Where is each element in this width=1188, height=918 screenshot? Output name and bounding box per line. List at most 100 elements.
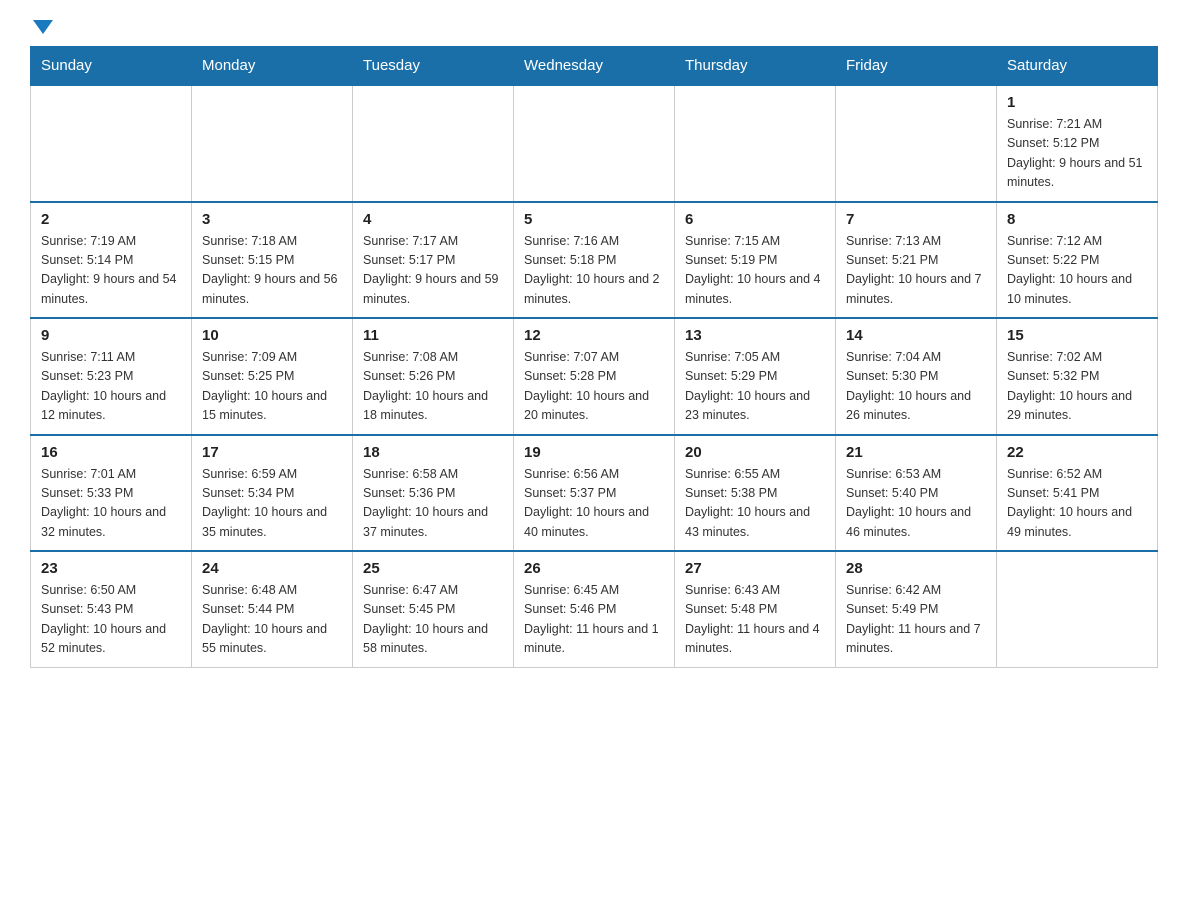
column-header-friday: Friday [836, 47, 997, 86]
calendar-day-cell: 14 Sunrise: 7:04 AM Sunset: 5:30 PM Dayli… [836, 318, 997, 435]
day-info: Sunrise: 7:17 AM Sunset: 5:17 PM Dayligh… [363, 232, 503, 310]
day-number: 14 [846, 327, 986, 344]
calendar-day-cell: 18 Sunrise: 6:58 AM Sunset: 5:36 PM Dayli… [353, 435, 514, 552]
calendar-day-cell: 24Sunrise: 6:48 AM Sunset: 5:44 PM Dayli… [192, 551, 353, 667]
day-number: 6 [685, 211, 825, 228]
day-number: 22 [1007, 444, 1147, 461]
day-number: 23 [41, 560, 181, 577]
day-number: 18 [363, 444, 503, 461]
calendar-week-row: 23 Sunrise: 6:50 AM Sunset: 5:43 PM Dayli… [31, 551, 1158, 667]
day-info: Sunrise: 7:09 AM Sunset: 5:25 PM Dayligh… [202, 348, 342, 426]
calendar-week-row: 16 Sunrise: 7:01 AM Sunset: 5:33 PM Dayli… [31, 435, 1158, 552]
day-info: Sunrise: 7:19 AM Sunset: 5:14 PM Dayligh… [41, 232, 181, 310]
day-number: 28 [846, 560, 986, 577]
day-info: Sunrise: 6:45 AM Sunset: 5:46 PM Dayligh… [524, 581, 664, 659]
calendar-day-cell: 25 Sunrise: 6:47 AM Sunset: 5:45 PM Dayli… [353, 551, 514, 667]
day-info: Sunrise: 7:02 AM Sunset: 5:32 PM Dayligh… [1007, 348, 1147, 426]
day-info: Sunrise: 6:50 AM Sunset: 5:43 PM Dayligh… [41, 581, 181, 659]
day-info: Sunrise: 6:52 AM Sunset: 5:41 PM Dayligh… [1007, 465, 1147, 543]
day-number: 7 [846, 211, 986, 228]
day-number: 5 [524, 211, 664, 228]
calendar-day-cell: 11 Sunrise: 7:08 AM Sunset: 5:26 PM Dayli… [353, 318, 514, 435]
calendar-day-cell: 22 Sunrise: 6:52 AM Sunset: 5:41 PM Dayli… [997, 435, 1158, 552]
calendar-day-cell: 2 Sunrise: 7:19 AM Sunset: 5:14 PM Daylig… [31, 202, 192, 319]
day-info: Sunrise: 7:13 AM Sunset: 5:21 PM Dayligh… [846, 232, 986, 310]
calendar-table: SundayMondayTuesdayWednesdayThursdayFrid… [30, 46, 1158, 668]
calendar-day-cell: 23 Sunrise: 6:50 AM Sunset: 5:43 PM Dayli… [31, 551, 192, 667]
day-number: 2 [41, 211, 181, 228]
calendar-day-cell: 16 Sunrise: 7:01 AM Sunset: 5:33 PM Dayli… [31, 435, 192, 552]
day-info: Sunrise: 6:59 AM Sunset: 5:34 PM Dayligh… [202, 465, 342, 543]
column-header-sunday: Sunday [31, 47, 192, 86]
day-number: 4 [363, 211, 503, 228]
day-number: 16 [41, 444, 181, 461]
logo-triangle-icon [33, 20, 53, 34]
column-header-tuesday: Tuesday [353, 47, 514, 86]
calendar-day-cell [192, 85, 353, 202]
column-header-monday: Monday [192, 47, 353, 86]
day-info: Sunrise: 7:08 AM Sunset: 5:26 PM Dayligh… [363, 348, 503, 426]
calendar-day-cell: 27 Sunrise: 6:43 AM Sunset: 5:48 PM Dayli… [675, 551, 836, 667]
page-header [30, 20, 1158, 36]
calendar-header-row: SundayMondayTuesdayWednesdayThursdayFrid… [31, 47, 1158, 86]
column-header-saturday: Saturday [997, 47, 1158, 86]
day-info: Sunrise: 7:05 AM Sunset: 5:29 PM Dayligh… [685, 348, 825, 426]
calendar-day-cell: 20 Sunrise: 6:55 AM Sunset: 5:38 PM Dayli… [675, 435, 836, 552]
day-number: 17 [202, 444, 342, 461]
calendar-day-cell [514, 85, 675, 202]
day-info: Sunrise: 7:07 AM Sunset: 5:28 PM Dayligh… [524, 348, 664, 426]
calendar-day-cell: 17 Sunrise: 6:59 AM Sunset: 5:34 PM Dayli… [192, 435, 353, 552]
calendar-day-cell: 6 Sunrise: 7:15 AM Sunset: 5:19 PM Daylig… [675, 202, 836, 319]
day-info: Sunrise: 6:56 AM Sunset: 5:37 PM Dayligh… [524, 465, 664, 543]
day-info: Sunrise: 7:11 AM Sunset: 5:23 PM Dayligh… [41, 348, 181, 426]
day-number: 15 [1007, 327, 1147, 344]
day-number: 13 [685, 327, 825, 344]
day-info: Sunrise: 7:15 AM Sunset: 5:19 PM Dayligh… [685, 232, 825, 310]
logo [30, 20, 53, 36]
day-number: 24 [202, 560, 342, 577]
day-info: Sunrise: 6:55 AM Sunset: 5:38 PM Dayligh… [685, 465, 825, 543]
day-number: 20 [685, 444, 825, 461]
day-info: Sunrise: 7:01 AM Sunset: 5:33 PM Dayligh… [41, 465, 181, 543]
day-info: Sunrise: 6:53 AM Sunset: 5:40 PM Dayligh… [846, 465, 986, 543]
calendar-day-cell [836, 85, 997, 202]
calendar-day-cell: 21 Sunrise: 6:53 AM Sunset: 5:40 PM Dayli… [836, 435, 997, 552]
calendar-day-cell: 19 Sunrise: 6:56 AM Sunset: 5:37 PM Dayli… [514, 435, 675, 552]
calendar-day-cell: 9 Sunrise: 7:11 AM Sunset: 5:23 PM Daylig… [31, 318, 192, 435]
calendar-week-row: 2 Sunrise: 7:19 AM Sunset: 5:14 PM Daylig… [31, 202, 1158, 319]
calendar-day-cell: 15 Sunrise: 7:02 AM Sunset: 5:32 PM Dayli… [997, 318, 1158, 435]
day-number: 9 [41, 327, 181, 344]
column-header-wednesday: Wednesday [514, 47, 675, 86]
day-info: Sunrise: 6:43 AM Sunset: 5:48 PM Dayligh… [685, 581, 825, 659]
day-number: 21 [846, 444, 986, 461]
calendar-week-row: 1 Sunrise: 7:21 AM Sunset: 5:12 PM Daylig… [31, 85, 1158, 202]
calendar-day-cell: 5 Sunrise: 7:16 AM Sunset: 5:18 PM Daylig… [514, 202, 675, 319]
day-info: Sunrise: 6:42 AM Sunset: 5:49 PM Dayligh… [846, 581, 986, 659]
calendar-day-cell: 4 Sunrise: 7:17 AM Sunset: 5:17 PM Daylig… [353, 202, 514, 319]
day-number: 19 [524, 444, 664, 461]
day-number: 11 [363, 327, 503, 344]
calendar-week-row: 9 Sunrise: 7:11 AM Sunset: 5:23 PM Daylig… [31, 318, 1158, 435]
day-info: Sunrise: 7:12 AM Sunset: 5:22 PM Dayligh… [1007, 232, 1147, 310]
day-number: 1 [1007, 94, 1147, 111]
day-number: 27 [685, 560, 825, 577]
day-number: 8 [1007, 211, 1147, 228]
calendar-day-cell: 12Sunrise: 7:07 AM Sunset: 5:28 PM Dayli… [514, 318, 675, 435]
day-info: Sunrise: 6:47 AM Sunset: 5:45 PM Dayligh… [363, 581, 503, 659]
day-info: Sunrise: 7:16 AM Sunset: 5:18 PM Dayligh… [524, 232, 664, 310]
calendar-day-cell: 26Sunrise: 6:45 AM Sunset: 5:46 PM Dayli… [514, 551, 675, 667]
calendar-day-cell [31, 85, 192, 202]
day-info: Sunrise: 7:21 AM Sunset: 5:12 PM Dayligh… [1007, 115, 1147, 193]
day-info: Sunrise: 6:58 AM Sunset: 5:36 PM Dayligh… [363, 465, 503, 543]
day-info: Sunrise: 7:18 AM Sunset: 5:15 PM Dayligh… [202, 232, 342, 310]
calendar-day-cell: 1 Sunrise: 7:21 AM Sunset: 5:12 PM Daylig… [997, 85, 1158, 202]
calendar-day-cell [353, 85, 514, 202]
column-header-thursday: Thursday [675, 47, 836, 86]
day-info: Sunrise: 7:04 AM Sunset: 5:30 PM Dayligh… [846, 348, 986, 426]
calendar-day-cell: 3Sunrise: 7:18 AM Sunset: 5:15 PM Daylig… [192, 202, 353, 319]
day-number: 25 [363, 560, 503, 577]
calendar-day-cell: 7 Sunrise: 7:13 AM Sunset: 5:21 PM Daylig… [836, 202, 997, 319]
calendar-day-cell [675, 85, 836, 202]
logo-general-text [30, 20, 53, 36]
day-number: 10 [202, 327, 342, 344]
